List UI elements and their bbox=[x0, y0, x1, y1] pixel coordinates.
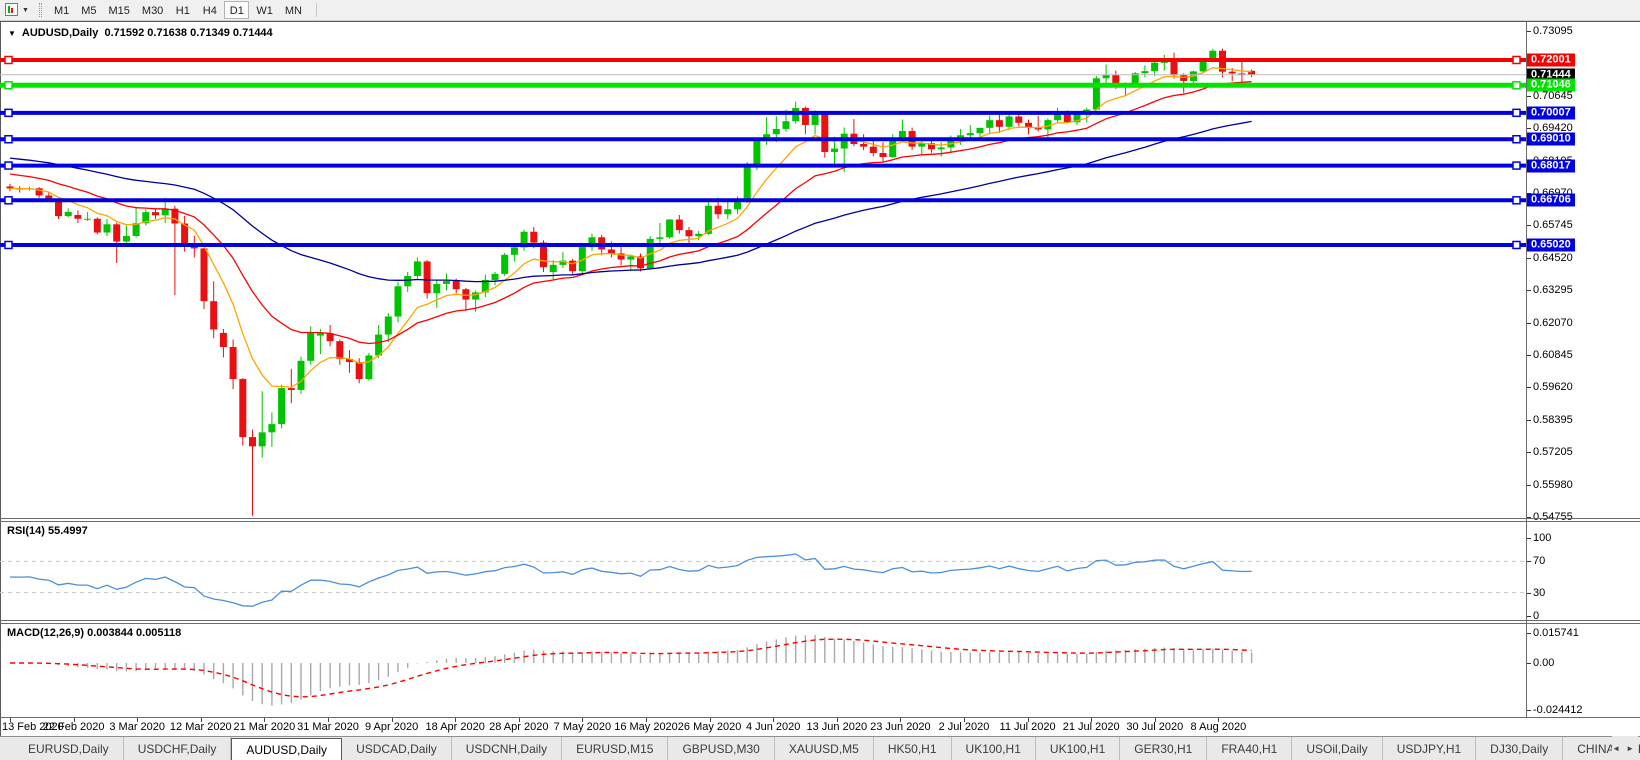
macd-axis-tick-label: -0.024412 bbox=[1533, 704, 1583, 716]
chart-tab-usdchf-daily[interactable]: USDCHF,Daily bbox=[124, 737, 232, 760]
date-axis-label: 12 Mar 2020 bbox=[170, 721, 232, 733]
date-axis-label: 16 May 2020 bbox=[614, 721, 678, 733]
chart-tab-fra40-h1[interactable]: FRA40,H1 bbox=[1207, 737, 1292, 760]
timeframe-button-h1[interactable]: H1 bbox=[170, 1, 195, 19]
chart-tab-hk50-h1[interactable]: HK50,H1 bbox=[874, 737, 952, 760]
date-axis-label: 18 Apr 2020 bbox=[426, 721, 485, 733]
timeframe-button-d1[interactable]: D1 bbox=[224, 1, 249, 19]
date-axis-label: 22 Feb 2020 bbox=[43, 721, 105, 733]
chart-tab-xauusd-m5[interactable]: XAUUSD,M5 bbox=[775, 737, 874, 760]
date-axis-border bbox=[0, 717, 1640, 718]
tab-scroll-right-icon[interactable]: ► bbox=[1626, 744, 1634, 753]
date-axis-label: 11 Jul 2020 bbox=[1000, 721, 1056, 733]
price-axis-tick-label: 0.59620 bbox=[1533, 381, 1573, 393]
price-axis-tick-label: 0.63295 bbox=[1533, 284, 1573, 296]
timeframe-button-h4[interactable]: H4 bbox=[197, 1, 222, 19]
rsi-axis-tick-label: 70 bbox=[1533, 555, 1545, 567]
pane-splitter[interactable] bbox=[0, 620, 1640, 621]
level-price-badge: 0.69010 bbox=[1527, 133, 1575, 146]
date-axis-label: 8 Aug 2020 bbox=[1191, 721, 1247, 733]
pane-splitter[interactable] bbox=[0, 623, 1640, 624]
price-axis-tick-label: 0.57205 bbox=[1533, 446, 1573, 458]
macd-axis-tick-label: 0.00 bbox=[1533, 657, 1554, 669]
mt4-workspace: ▼ M1M5M15M30H1H4D1W1MN ▼ AUDUSD,Daily 0.7… bbox=[0, 0, 1640, 760]
chart-tab-usdcad-daily[interactable]: USDCAD,Daily bbox=[342, 737, 452, 760]
chart-title: ▼ AUDUSD,Daily 0.71592 0.71638 0.71349 0.… bbox=[8, 27, 273, 39]
level-price-badge: 0.70007 bbox=[1527, 106, 1575, 119]
pane-splitter[interactable] bbox=[0, 518, 1640, 519]
timeframe-button-m15[interactable]: M15 bbox=[104, 1, 135, 19]
chart-tab-eurusd-m15[interactable]: EURUSD,M15 bbox=[562, 737, 668, 760]
chart-tab-dj30-daily[interactable]: DJ30,Daily bbox=[1476, 737, 1563, 760]
price-axis-tick-label: 0.55980 bbox=[1533, 479, 1573, 491]
tab-scroll-arrows: ◄ ► bbox=[1612, 736, 1638, 760]
price-axis-tick-label: 0.62070 bbox=[1533, 317, 1573, 329]
date-axis-label: 13 Jun 2020 bbox=[807, 721, 868, 733]
level-price-badge: 0.71046 bbox=[1527, 79, 1575, 92]
date-axis-label: 26 May 2020 bbox=[678, 721, 742, 733]
price-axis-border bbox=[1526, 22, 1527, 717]
symbol-menu-arrow-icon[interactable]: ▼ bbox=[8, 29, 16, 38]
rsi-axis-tick-label: 100 bbox=[1533, 532, 1551, 544]
price-axis-tick-label: 0.60845 bbox=[1533, 349, 1573, 361]
macd-indicator-canvas[interactable] bbox=[0, 624, 1526, 717]
macd-axis-tick-label: 0.015741 bbox=[1533, 627, 1579, 639]
toolbar-grip[interactable] bbox=[39, 3, 42, 17]
rsi-label: RSI(14) 55.4997 bbox=[7, 525, 88, 537]
date-axis-label: 3 Mar 2020 bbox=[109, 721, 165, 733]
date-axis-label: 9 Apr 2020 bbox=[365, 721, 418, 733]
date-axis-label: 31 Mar 2020 bbox=[297, 721, 359, 733]
timeframe-toolbar: ▼ M1M5M15M30H1H4D1W1MN bbox=[0, 0, 1640, 21]
pane-splitter[interactable] bbox=[0, 521, 1640, 522]
toolbar-separator bbox=[316, 3, 317, 17]
timeframe-button-mn[interactable]: MN bbox=[280, 1, 307, 19]
chart-tab-gbpusd-m30[interactable]: GBPUSD,M30 bbox=[668, 737, 774, 760]
chart-ohlc-values: 0.71592 0.71638 0.71349 0.71444 bbox=[104, 27, 272, 39]
chevron-down-icon[interactable]: ▼ bbox=[22, 7, 29, 14]
date-axis-label: 23 Jun 2020 bbox=[870, 721, 931, 733]
price-chart-canvas[interactable] bbox=[0, 22, 1526, 518]
chart-tab-usoil-daily[interactable]: USOil,Daily bbox=[1292, 737, 1382, 760]
date-axis-label: 4 Jun 2020 bbox=[746, 721, 800, 733]
rsi-axis-tick-label: 30 bbox=[1533, 587, 1545, 599]
level-price-badge: 0.66706 bbox=[1527, 194, 1575, 207]
chart-tab-usdjpy-h1[interactable]: USDJPY,H1 bbox=[1383, 737, 1476, 760]
date-axis-label: 7 May 2020 bbox=[554, 721, 611, 733]
level-price-badge: 0.65020 bbox=[1527, 238, 1575, 251]
timeframe-button-m5[interactable]: M5 bbox=[76, 1, 101, 19]
date-axis-label: 21 Mar 2020 bbox=[234, 721, 296, 733]
timeframe-buttons: M1M5M15M30H1H4D1W1MN bbox=[48, 1, 308, 19]
level-price-badge: 0.68017 bbox=[1527, 159, 1575, 172]
chart-tab-audusd-daily[interactable]: AUDUSD,Daily bbox=[231, 738, 342, 760]
date-axis-label: 2 Jul 2020 bbox=[939, 721, 990, 733]
price-axis-tick-label: 0.65745 bbox=[1533, 219, 1573, 231]
date-axis-label: 21 Jul 2020 bbox=[1063, 721, 1120, 733]
level-price-badge: 0.72001 bbox=[1527, 53, 1575, 66]
chart-tab-eurusd-daily[interactable]: EURUSD,Daily bbox=[14, 737, 124, 760]
chart-tab-uk100-h1[interactable]: UK100,H1 bbox=[1036, 737, 1120, 760]
chart-symbol-label: AUDUSD,Daily bbox=[22, 27, 98, 39]
timeframe-button-m30[interactable]: M30 bbox=[137, 1, 168, 19]
price-axis-tick-label: 0.73095 bbox=[1533, 25, 1573, 37]
timeframe-button-w1[interactable]: W1 bbox=[251, 1, 278, 19]
chart-type-icon[interactable] bbox=[3, 2, 21, 18]
rsi-indicator-canvas[interactable] bbox=[0, 522, 1526, 619]
macd-label: MACD(12,26,9) 0.003844 0.005118 bbox=[7, 627, 181, 639]
date-axis-label: 30 Jul 2020 bbox=[1126, 721, 1183, 733]
price-axis-tick-label: 0.58395 bbox=[1533, 414, 1573, 426]
tab-scroll-left-icon[interactable]: ◄ bbox=[1612, 744, 1620, 753]
timeframe-button-m1[interactable]: M1 bbox=[49, 1, 74, 19]
chart-tab-uk100-h1[interactable]: UK100,H1 bbox=[952, 737, 1036, 760]
chart-tab-usdcnh-daily[interactable]: USDCNH,Daily bbox=[452, 737, 562, 760]
price-axis-tick-label: 0.64520 bbox=[1533, 252, 1573, 264]
date-axis-label: 28 Apr 2020 bbox=[489, 721, 548, 733]
chart-tab-bar: EURUSD,DailyUSDCHF,DailyAUDUSD,DailyUSDC… bbox=[0, 736, 1640, 760]
chart-tab-ger30-h1[interactable]: GER30,H1 bbox=[1120, 737, 1207, 760]
